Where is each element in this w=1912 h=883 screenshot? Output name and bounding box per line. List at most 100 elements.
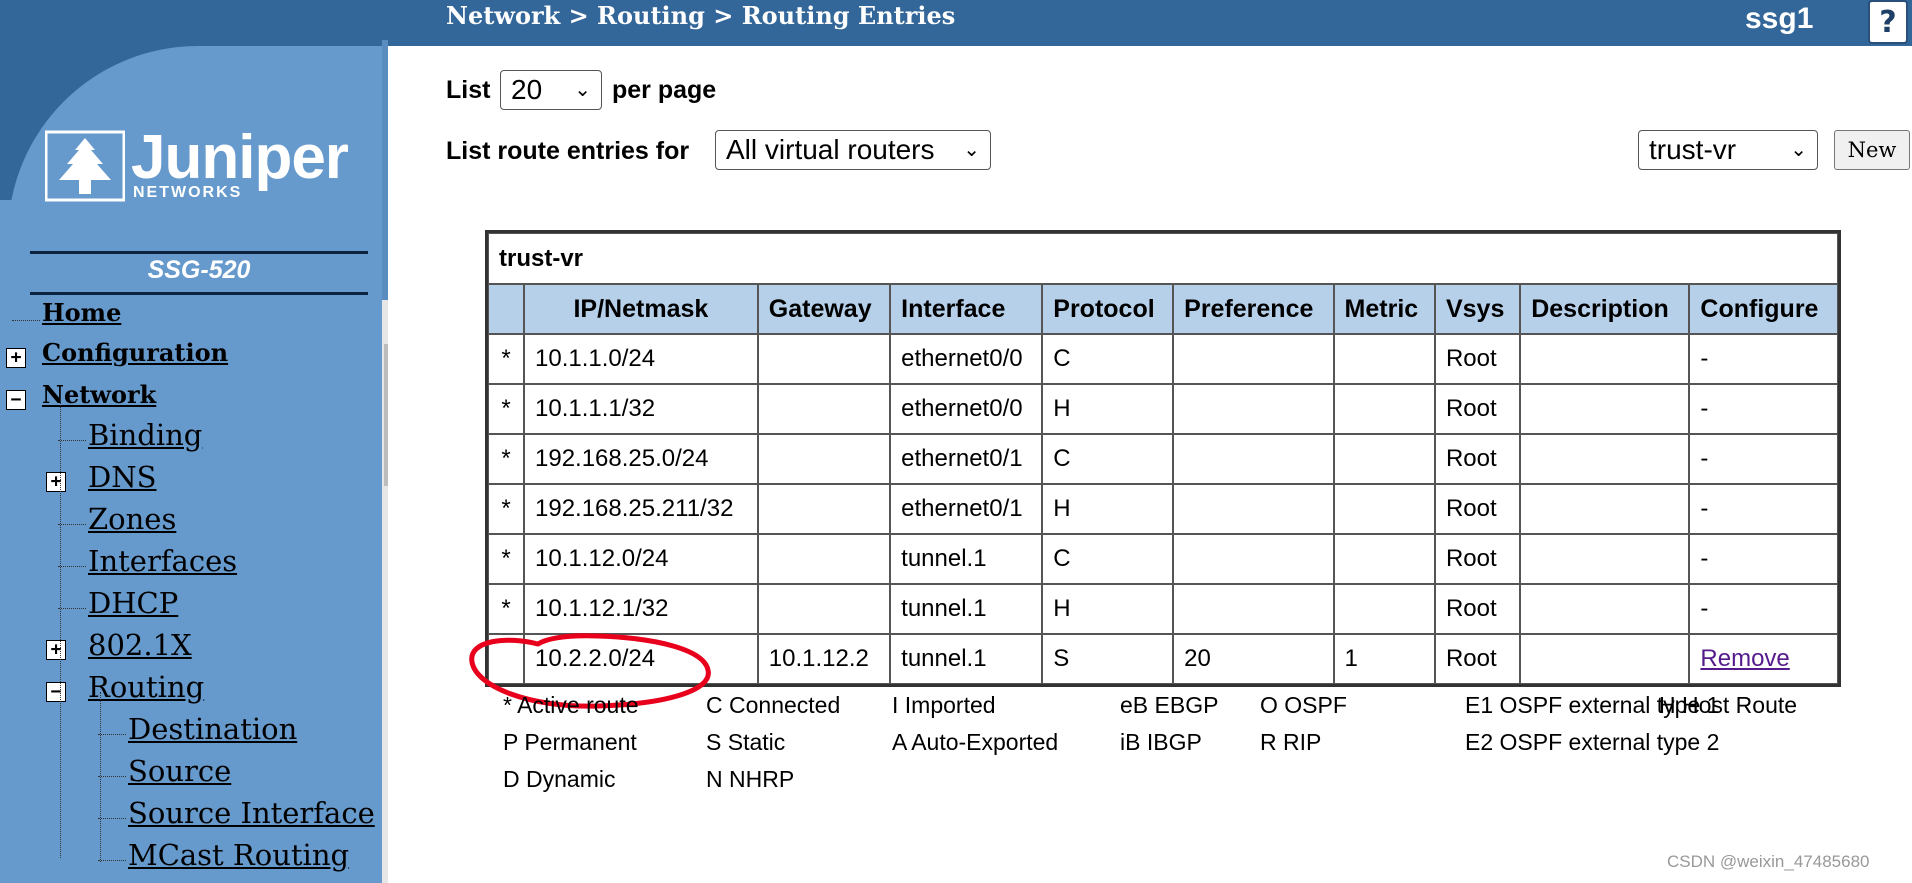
table-header-row: IP/Netmask Gateway Interface Protocol Prefer…	[488, 284, 1838, 334]
cell-preference	[1173, 434, 1334, 484]
cell-vsys: Root	[1434, 434, 1521, 484]
collapse-icon[interactable]: −	[46, 682, 66, 702]
cell-interface: tunnel.1	[890, 634, 1043, 684]
table-row: * 10.1.1.1/32 ethernet0/0 H Root -	[488, 384, 1838, 434]
cell-gateway	[757, 384, 891, 434]
cell-gateway: 10.1.12.2	[757, 634, 891, 684]
cell-description	[1520, 334, 1690, 384]
table-row: * 192.168.25.211/32 ethernet0/1 H Root -	[488, 484, 1838, 534]
cell-configure: -	[1689, 584, 1838, 634]
legend-item: O OSPF	[1260, 692, 1347, 718]
sidebar-item-routing[interactable]: Routing	[88, 670, 204, 704]
sidebar-item-source[interactable]: Source	[128, 754, 231, 788]
sidebar: Juniper NETWORKS SSG-520 Home + Configura…	[0, 0, 388, 883]
column-header-interface: Interface	[890, 284, 1043, 334]
cell-preference	[1173, 334, 1334, 384]
cell-preference	[1173, 584, 1334, 634]
device-model: SSG-520	[147, 256, 251, 284]
column-header-vsys: Vsys	[1434, 284, 1521, 334]
new-route-vr-value: trust-vr	[1649, 134, 1737, 165]
nav-tree: Home + Configuration − Network Binding + DN…	[0, 298, 380, 883]
cell-preference	[1173, 484, 1334, 534]
cell-gateway	[757, 334, 891, 384]
sidebar-item-dns[interactable]: DNS	[88, 460, 157, 494]
cell-metric: 1	[1333, 634, 1435, 684]
cell-preference	[1173, 534, 1334, 584]
cell-description	[1520, 634, 1690, 684]
collapse-icon[interactable]: −	[6, 390, 26, 410]
cell-ip: 10.1.1.1/32	[524, 384, 758, 434]
virtual-router-filter-value: All virtual routers	[726, 134, 935, 165]
expand-icon[interactable]: +	[46, 472, 66, 492]
sidebar-scrollbar[interactable]: ▲ ▼	[382, 300, 388, 883]
cell-configure: -	[1689, 534, 1838, 584]
new-route-vr-select[interactable]: trust-vr ⌄	[1638, 130, 1818, 170]
legend-item: iB IBGP	[1120, 729, 1202, 755]
per-page-value: 20	[511, 74, 543, 105]
cell-configure: -	[1689, 484, 1838, 534]
cell-configure: -	[1689, 334, 1838, 384]
cell-description	[1520, 484, 1690, 534]
remove-route-link[interactable]: Remove	[1700, 645, 1789, 672]
cell-protocol: H	[1042, 584, 1174, 634]
sidebar-item-802-1x[interactable]: 802.1X	[88, 628, 192, 662]
sidebar-item-dhcp[interactable]: DHCP	[88, 586, 178, 620]
chevron-down-icon: ⌄	[963, 139, 980, 161]
sidebar-item-home[interactable]: Home	[42, 298, 121, 327]
cell-protocol: S	[1042, 634, 1174, 684]
watermark: CSDN @weixin_47485680	[1667, 852, 1870, 871]
per-page-label: per page	[612, 76, 717, 104]
active-marker: *	[488, 484, 524, 534]
column-header-description: Description	[1520, 284, 1690, 334]
sidebar-item-zones[interactable]: Zones	[88, 502, 176, 536]
expand-icon[interactable]: +	[6, 348, 26, 368]
sidebar-item-mcast-routing[interactable]: MCast Routing	[128, 838, 349, 872]
cell-configure: Remove	[1689, 634, 1838, 684]
column-header-preference: Preference	[1173, 284, 1334, 334]
device-hostname: ssg1	[1745, 2, 1814, 35]
expand-icon[interactable]: +	[46, 640, 66, 660]
column-header-ip-netmask: IP/Netmask	[524, 284, 758, 334]
help-button[interactable]: ?	[1868, 0, 1908, 44]
cell-vsys: Root	[1434, 384, 1521, 434]
cell-description	[1520, 384, 1690, 434]
sidebar-item-configuration[interactable]: Configuration	[42, 338, 228, 367]
cell-interface: ethernet0/0	[890, 334, 1043, 384]
divider	[30, 292, 368, 295]
legend-item: N NHRP	[706, 766, 795, 792]
cell-interface: ethernet0/1	[890, 484, 1043, 534]
divider	[30, 251, 368, 254]
sidebar-item-interfaces[interactable]: Interfaces	[88, 544, 237, 578]
scroll-down-icon[interactable]: ▼	[382, 863, 388, 883]
cell-protocol: C	[1042, 334, 1174, 384]
cell-ip: 10.1.1.0/24	[524, 334, 758, 384]
cell-protocol: H	[1042, 384, 1174, 434]
cell-ip: 10.1.12.1/32	[524, 584, 758, 634]
column-header-protocol: Protocol	[1042, 284, 1174, 334]
active-column-header	[488, 284, 524, 334]
active-marker: *	[488, 434, 524, 484]
cell-gateway	[757, 484, 891, 534]
sidebar-item-source-interface[interactable]: Source Interface	[128, 796, 375, 830]
new-route-button[interactable]: New	[1834, 130, 1910, 170]
help-icon: ?	[1879, 4, 1897, 40]
sidebar-item-binding[interactable]: Binding	[88, 418, 202, 452]
cell-description	[1520, 534, 1690, 584]
cell-metric	[1333, 534, 1435, 584]
breadcrumb: Network > Routing > Routing Entries	[446, 1, 956, 30]
column-header-gateway: Gateway	[757, 284, 891, 334]
scroll-up-icon[interactable]: ▲	[382, 302, 388, 322]
scroll-thumb[interactable]	[384, 344, 388, 486]
cell-metric	[1333, 334, 1435, 384]
virtual-router-filter-select[interactable]: All virtual routers ⌄	[715, 130, 991, 170]
cell-ip: 10.1.12.0/24	[524, 534, 758, 584]
cell-preference	[1173, 384, 1334, 434]
legend-item: S Static	[706, 729, 786, 755]
table-row: * 10.1.12.0/24 tunnel.1 C Root -	[488, 534, 1838, 584]
cell-metric	[1333, 484, 1435, 534]
sidebar-item-destination[interactable]: Destination	[128, 712, 297, 746]
per-page-select[interactable]: 20 ⌄	[500, 70, 602, 110]
cell-ip: 192.168.25.0/24	[524, 434, 758, 484]
route-entries-label: List route entries for	[446, 137, 690, 165]
legend-item: I Imported	[892, 692, 996, 718]
